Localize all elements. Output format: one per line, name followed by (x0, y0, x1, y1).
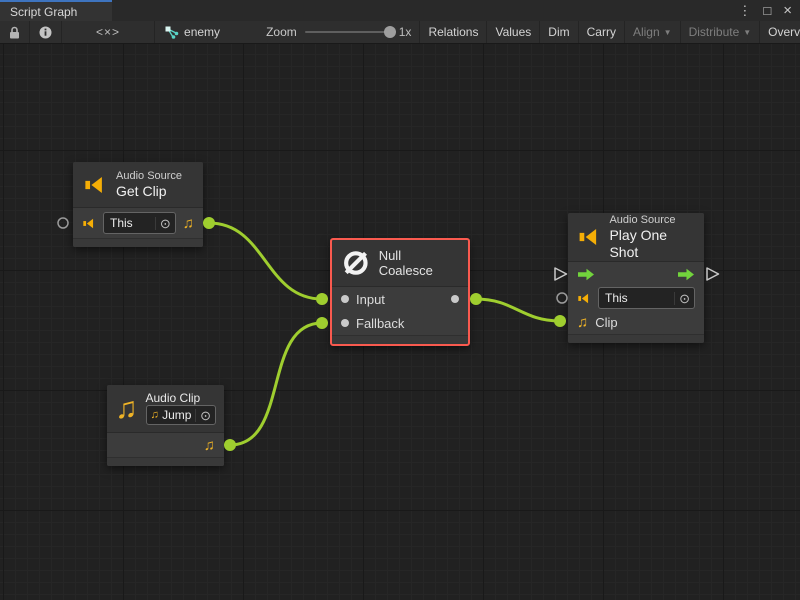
play-one-shot-this-row: This ⊙ (568, 286, 704, 310)
node-footer (332, 335, 468, 344)
flow-output-arrow-icon[interactable] (677, 268, 695, 281)
tab-title: Script Graph (10, 5, 77, 19)
flow-port-row (568, 262, 704, 286)
chevron-down-icon: ▼ (743, 28, 751, 37)
play-one-shot-header[interactable]: Audio Source Play One Shot (568, 213, 704, 262)
maximize-icon[interactable]: □ (763, 4, 771, 17)
window-controls: ⋮ □ × (738, 0, 800, 21)
node-category: Audio Source (116, 170, 182, 183)
node-get-clip[interactable]: Audio Source Get Clip This ⊙ ♫ (73, 162, 203, 247)
node-title: Play One Shot (609, 227, 694, 261)
audio-clip-input-icon: ♫ (577, 315, 588, 330)
audio-clip-output-icon: ♫ (183, 216, 194, 231)
this-value: This (605, 291, 628, 305)
values-label: Values (495, 25, 531, 39)
node-null-coalesce[interactable]: Null Coalesce Input Fallback (330, 238, 470, 346)
distribute-label: Distribute (689, 25, 740, 39)
zoom-slider[interactable] (305, 31, 391, 33)
titlebar-spacer (112, 0, 738, 21)
graph-breadcrumb[interactable]: enemy (155, 21, 230, 43)
values-button[interactable]: Values (487, 21, 540, 43)
null-coalesce-icon (342, 249, 370, 277)
audio-clip-header[interactable]: ♫ Audio Clip ♫ Jump ⊙ (107, 385, 224, 433)
get-clip-header[interactable]: Audio Source Get Clip (73, 162, 203, 208)
audio-clip-output-row: ♫ (107, 433, 224, 457)
chevron-down-icon: ▼ (664, 28, 672, 37)
overview-label: Overview (768, 25, 800, 39)
close-icon[interactable]: × (783, 3, 792, 18)
object-picker-icon[interactable]: ⊙ (155, 217, 175, 230)
window-menu-icon[interactable]: ⋮ (738, 4, 751, 17)
input-port-label: Input (356, 292, 385, 307)
carry-label: Carry (587, 25, 616, 39)
play-one-shot-titles: Audio Source Play One Shot (609, 214, 694, 261)
node-title: Null Coalesce (379, 248, 458, 278)
carry-button[interactable]: Carry (579, 21, 625, 43)
this-value: This (110, 216, 133, 230)
audio-clip-icon: ♫ (115, 394, 138, 424)
node-title: Get Clip (116, 183, 182, 200)
result-output-port[interactable] (451, 295, 459, 303)
audio-source-icon (577, 292, 591, 305)
object-picker-icon[interactable]: ⊙ (195, 409, 215, 422)
lock-button[interactable] (0, 21, 30, 43)
zoom-label: Zoom (266, 25, 297, 39)
node-play-one-shot[interactable]: Audio Source Play One Shot This ⊙ ♫ Clip (568, 213, 704, 343)
audio-clip-titles: Audio Clip ♫ Jump ⊙ (146, 392, 217, 425)
distribute-button[interactable]: Distribute ▼ (681, 21, 761, 43)
node-title: Audio Clip (146, 392, 217, 405)
audio-source-icon (82, 217, 96, 230)
title-bar: Script Graph ⋮ □ × (0, 0, 800, 21)
node-footer (568, 334, 704, 343)
relations-label: Relations (428, 25, 478, 39)
audio-clip-value: Jump (162, 408, 191, 422)
clip-port-row: ♫ Clip (568, 310, 704, 334)
audio-clip-object-field[interactable]: ♫ Jump ⊙ (146, 405, 217, 425)
relations-button[interactable]: Relations (420, 21, 487, 43)
graph-toolbar: <×> enemy Zoom 1x Relations Values Dim C… (0, 21, 800, 44)
align-label: Align (633, 25, 660, 39)
input-port-row: Input (332, 287, 468, 311)
audio-source-icon (578, 226, 600, 248)
node-category: Audio Source (609, 214, 694, 227)
flow-input-arrow-icon[interactable] (577, 268, 595, 281)
audio-source-icon (83, 174, 107, 196)
zoom-value: 1x (399, 25, 412, 39)
this-object-field[interactable]: This ⊙ (598, 287, 695, 309)
node-footer (73, 238, 203, 247)
null-coalesce-header[interactable]: Null Coalesce (332, 240, 468, 287)
zoom-control: Zoom 1x (258, 21, 420, 43)
node-audio-clip[interactable]: ♫ Audio Clip ♫ Jump ⊙ ♫ (107, 385, 224, 466)
tab-script-graph[interactable]: Script Graph (0, 0, 112, 21)
graph-icon (165, 26, 179, 39)
fallback-port-row: Fallback (332, 311, 468, 335)
audio-clip-field-icon: ♫ (151, 410, 159, 421)
info-icon (39, 26, 52, 39)
code-view-icon: <×> (70, 25, 146, 39)
get-clip-titles: Audio Source Get Clip (116, 170, 182, 200)
info-button[interactable] (30, 21, 62, 43)
fallback-port-label: Fallback (356, 316, 404, 331)
align-button[interactable]: Align ▼ (625, 21, 681, 43)
audio-clip-output-icon: ♫ (204, 438, 215, 453)
object-picker-icon[interactable]: ⊙ (674, 292, 694, 305)
code-view-button[interactable]: <×> (62, 21, 155, 43)
lock-icon (9, 26, 20, 39)
dim-label: Dim (548, 25, 569, 39)
get-clip-this-row: This ⊙ ♫ (73, 208, 203, 238)
graph-name: enemy (184, 25, 220, 39)
fallback-port[interactable] (341, 319, 349, 327)
overview-button[interactable]: Overview (760, 21, 800, 43)
node-footer (107, 457, 224, 466)
clip-port-label: Clip (595, 315, 617, 330)
this-object-field[interactable]: This ⊙ (103, 212, 176, 234)
input-port[interactable] (341, 295, 349, 303)
zoom-slider-handle[interactable] (384, 26, 396, 38)
dim-button[interactable]: Dim (540, 21, 578, 43)
